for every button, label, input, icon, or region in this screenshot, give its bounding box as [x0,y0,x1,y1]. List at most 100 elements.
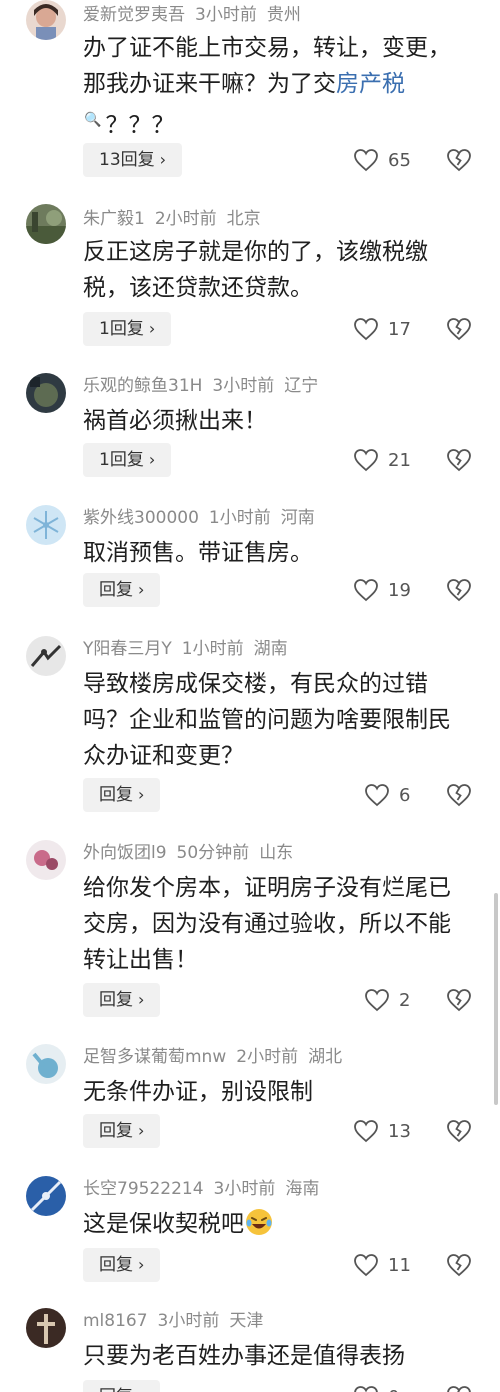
comment-actions: 回复 › 0 [83,1380,483,1392]
location: 贵州 [266,5,301,25]
like-count: 21 [388,449,411,471]
avatar[interactable] [26,204,66,244]
dislike-button[interactable] [446,316,472,342]
like-count: 17 [388,318,411,340]
heart-outline-icon [354,1386,378,1392]
like-button[interactable]: 17 [353,314,411,344]
avatar[interactable] [26,373,66,413]
chevron-right-icon: › [138,580,145,599]
username[interactable]: 长空79522214 [83,1179,204,1199]
like-count: 19 [388,579,411,601]
reply-button[interactable]: 回复 › [83,1380,161,1392]
reply-button[interactable]: 回复 › [83,778,161,812]
comment-text: 反正这房子就是你的了，该缴税缴税，该还贷款还贷款。 [83,239,428,301]
broken-heart-icon [447,1386,471,1392]
username[interactable]: 足智多谋葡萄mnw [83,1047,226,1067]
comment-text: 取消预售。带证售房。 [83,540,313,566]
avatar[interactable] [26,1044,66,1084]
avatar[interactable] [26,505,66,545]
broken-heart-icon [447,1254,471,1277]
reply-button[interactable]: 回复 › [83,983,161,1017]
comment-meta: 足智多谋葡萄mnw 2小时前 湖北 [83,1044,352,1070]
comment-text: 这是保收契税吧 [83,1206,468,1242]
like-button[interactable]: 11 [353,1250,411,1280]
dislike-button[interactable] [446,1384,472,1392]
username[interactable]: 紫外线300000 [83,508,199,528]
like-button[interactable]: 2 [364,985,410,1015]
reply-button[interactable]: 回复 › [83,1114,161,1148]
reply-button[interactable]: 回复 › [83,573,161,607]
avatar[interactable] [26,1308,66,1348]
heart-outline-icon [365,784,389,807]
dislike-button[interactable] [446,447,472,473]
username[interactable]: ml8167 [83,1311,148,1331]
broken-heart-icon [447,449,471,472]
chevron-right-icon: › [138,1255,145,1274]
like-button[interactable]: 21 [353,445,411,475]
like-button[interactable]: 65 [353,145,411,175]
location: 天津 [229,1311,264,1331]
comment-meta: 紫外线300000 1小时前 河南 [83,505,325,531]
chevron-right-icon: › [159,150,167,169]
timestamp: 3小时前 [195,5,257,25]
dislike-button[interactable] [446,1118,472,1144]
avatar[interactable] [26,1176,66,1216]
chevron-right-icon: › [148,319,156,338]
chevron-right-icon: › [138,1387,144,1392]
keyword-link[interactable]: 房产税 [336,71,405,97]
comment-text: 导致楼房成保交楼，有民众的过错吗？企业和监管的问题为啥要限制民众办证和变更？ [83,671,451,769]
comment-meta: 乐观的鲸鱼31H 3小时前 辽宁 [83,373,328,399]
username[interactable]: 外向饭团l9 [83,843,167,863]
broken-heart-icon [447,784,471,807]
comment-actions: 1回复 › 21 [83,443,483,477]
avatar[interactable] [26,0,66,40]
reply-label: 回复 [99,580,133,600]
username[interactable]: 乐观的鲸鱼31H [83,376,202,396]
chevron-right-icon: › [138,1121,145,1140]
location: 辽宁 [284,376,319,396]
dislike-button[interactable] [446,987,472,1013]
reply-label: 回复 [99,1121,133,1141]
laughing-crying-emoji [246,1209,272,1235]
comment-actions: 1回复 › 17 [83,312,483,346]
comment-meta: Y阳春三月Y 1小时前 湖南 [83,636,298,662]
like-count: 11 [388,1254,411,1276]
dislike-button[interactable] [446,147,472,173]
search-icon[interactable]: 🔍 [84,112,101,128]
comment-text: 无条件办证，别设限制 [83,1079,313,1105]
comment-actions: 回复 › 11 [83,1248,483,1282]
like-button[interactable]: 19 [353,575,411,605]
like-count: 65 [388,149,411,171]
avatar[interactable] [26,636,66,676]
reply-button[interactable]: 13回复 › [83,143,183,177]
like-count: 0 [388,1387,399,1392]
like-button[interactable]: 0 [353,1382,399,1392]
location: 湖南 [253,639,288,659]
reply-button[interactable]: 1回复 › [83,443,172,477]
scrollbar[interactable] [494,893,498,1105]
username[interactable]: Y阳春三月Y [83,639,172,659]
comment-text: 办了证不能上市交易，转让，变更，那我办证来干嘛？为了交房产税🔍？？？ [83,35,451,139]
heart-outline-icon [354,318,378,341]
comment-actions: 回复 › 19 [83,573,483,607]
location: 河南 [280,508,315,528]
username[interactable]: 爱新觉罗夷吾 [83,5,185,25]
location: 北京 [226,209,261,229]
like-button[interactable]: 6 [364,780,410,810]
reply-label: 13回复 [99,150,155,170]
broken-heart-icon [447,149,471,172]
comment-text: 祸首必须揪出来！ [83,408,267,434]
broken-heart-icon [447,318,471,341]
dislike-button[interactable] [446,782,472,808]
comment-actions: 回复 › 13 [83,1114,483,1148]
like-count: 6 [399,784,411,806]
heart-outline-icon [354,1254,378,1277]
reply-button[interactable]: 回复 › [83,1248,161,1282]
reply-button[interactable]: 1回复 › [83,312,172,346]
avatar[interactable] [26,840,66,880]
dislike-button[interactable] [446,1252,472,1278]
dislike-button[interactable] [446,577,472,603]
like-button[interactable]: 13 [353,1116,411,1146]
timestamp: 3小时前 [157,1311,220,1331]
username[interactable]: 朱广毅1 [83,209,145,229]
